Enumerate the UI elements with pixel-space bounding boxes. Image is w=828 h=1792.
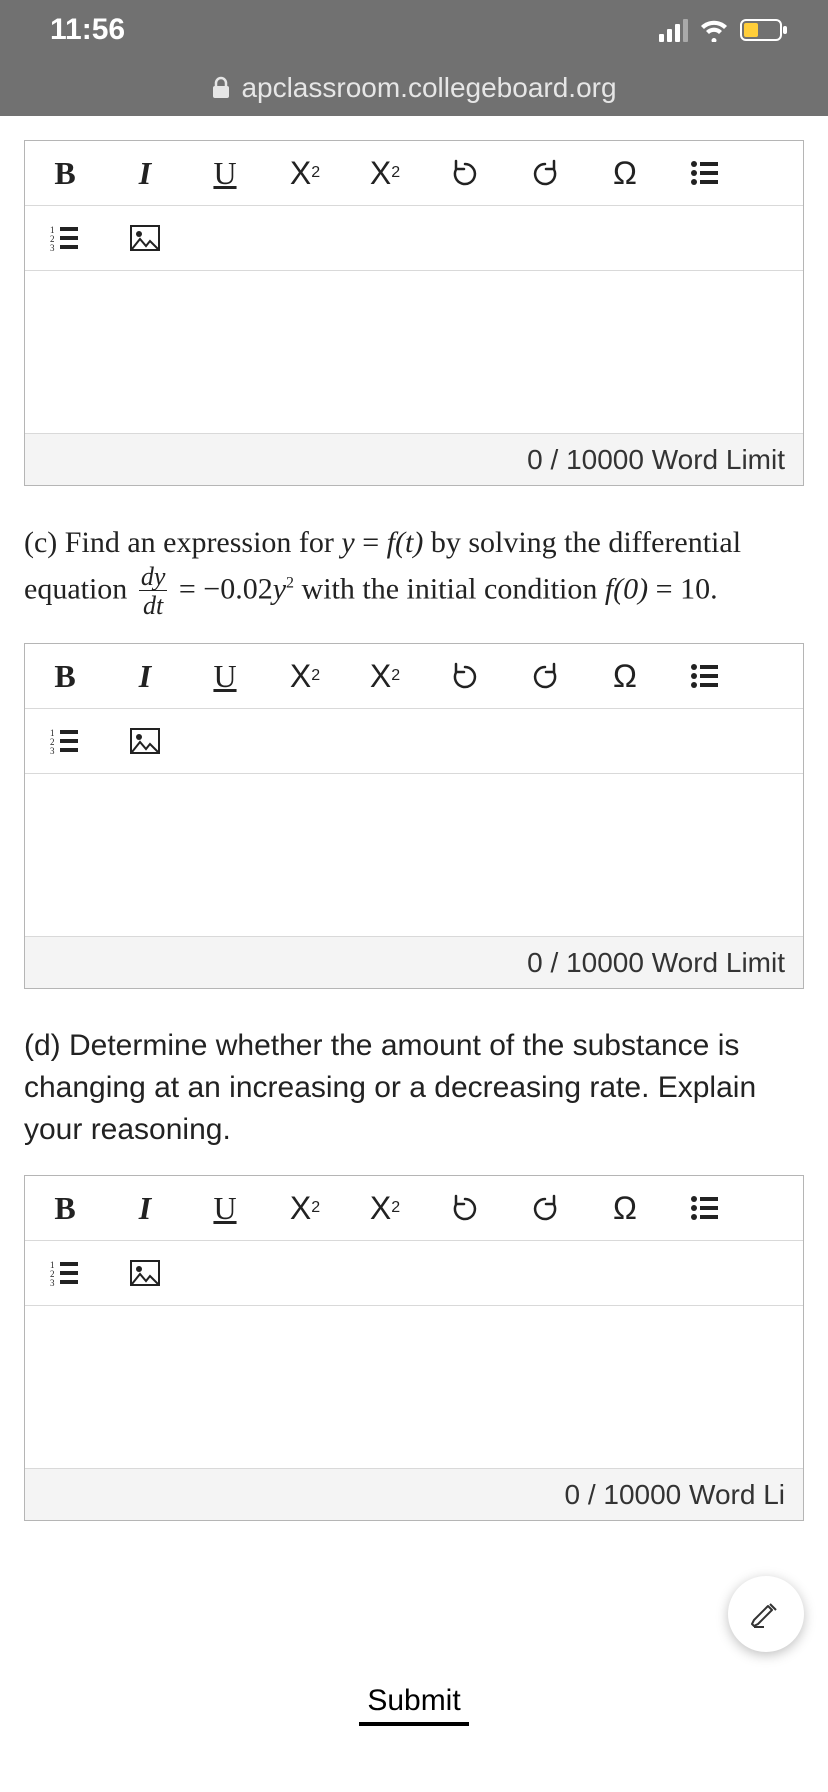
rich-text-editor: B I U X2 X2 Ω 123 0 / 10000 Word Li [24, 1175, 804, 1521]
word-limit-label: 0 / 10000 Word Limit [25, 433, 803, 485]
subscript-button[interactable]: X2 [345, 141, 425, 205]
special-char-button[interactable]: Ω [585, 1176, 665, 1240]
status-time: 11:56 [50, 13, 125, 47]
italic-button[interactable]: I [105, 1176, 185, 1240]
bold-button[interactable]: B [25, 1176, 105, 1240]
svg-text:3: 3 [50, 1278, 55, 1286]
undo-button[interactable] [425, 1176, 505, 1240]
status-bar: 11:56 [0, 0, 828, 60]
question-c-text: (c) Find an expression for y = f(t) by s… [24, 522, 804, 619]
numbered-list-button[interactable]: 123 [25, 709, 105, 773]
redo-button[interactable] [505, 1176, 585, 1240]
editor-toolbar: B I U X2 X2 Ω 123 [25, 1176, 803, 1306]
bold-button[interactable]: B [25, 644, 105, 708]
annotate-fab[interactable] [728, 1576, 804, 1652]
rich-text-editor: B I U X2 X2 Ω 123 0 / 10000 Word Limit [24, 140, 804, 486]
bullet-list-button[interactable] [665, 141, 745, 205]
svg-text:3: 3 [50, 243, 55, 251]
subscript-button[interactable]: X2 [345, 1176, 425, 1240]
special-char-button[interactable]: Ω [585, 141, 665, 205]
word-limit-label: 0 / 10000 Word Limit [25, 936, 803, 988]
browser-url-bar[interactable]: apclassroom.collegeboard.org [0, 60, 828, 116]
superscript-button[interactable]: X2 [265, 141, 345, 205]
redo-button[interactable] [505, 141, 585, 205]
numbered-list-button[interactable]: 123 [25, 1241, 105, 1305]
underline-button[interactable]: U [185, 141, 265, 205]
wifi-icon [698, 18, 730, 42]
underline-button[interactable]: U [185, 1176, 265, 1240]
battery-icon [740, 18, 788, 42]
redo-button[interactable] [505, 644, 585, 708]
subscript-button[interactable]: X2 [345, 644, 425, 708]
image-button[interactable] [105, 1241, 185, 1305]
highlighter-icon [748, 1596, 784, 1632]
word-limit-label: 0 / 10000 Word Li [25, 1468, 803, 1520]
bold-button[interactable]: B [25, 141, 105, 205]
superscript-button[interactable]: X2 [265, 644, 345, 708]
bullet-list-button[interactable] [665, 1176, 745, 1240]
svg-text:3: 3 [50, 746, 55, 754]
italic-button[interactable]: I [105, 141, 185, 205]
underline-button[interactable]: U [185, 644, 265, 708]
image-button[interactable] [105, 206, 185, 270]
submit-button[interactable]: Submit [359, 1676, 468, 1726]
undo-button[interactable] [425, 644, 505, 708]
editor-textarea[interactable] [25, 774, 803, 936]
undo-button[interactable] [425, 141, 505, 205]
cellular-icon [659, 19, 688, 42]
numbered-list-button[interactable]: 123 [25, 206, 105, 270]
url-text: apclassroom.collegeboard.org [241, 72, 616, 104]
editor-textarea[interactable] [25, 271, 803, 433]
editor-toolbar: B I U X2 X2 Ω 123 [25, 644, 803, 774]
editor-textarea[interactable] [25, 1306, 803, 1468]
superscript-button[interactable]: X2 [265, 1176, 345, 1240]
bullet-list-button[interactable] [665, 644, 745, 708]
status-indicators [659, 18, 788, 42]
image-button[interactable] [105, 709, 185, 773]
editor-toolbar: B I U X2 X2 Ω 123 [25, 141, 803, 271]
question-d-text: (d) Determine whether the amount of the … [24, 1025, 804, 1151]
rich-text-editor: B I U X2 X2 Ω 123 0 / 10000 Word Limit [24, 643, 804, 989]
italic-button[interactable]: I [105, 644, 185, 708]
submit-bar: Submit [0, 1676, 828, 1792]
special-char-button[interactable]: Ω [585, 644, 665, 708]
lock-icon [211, 76, 231, 100]
